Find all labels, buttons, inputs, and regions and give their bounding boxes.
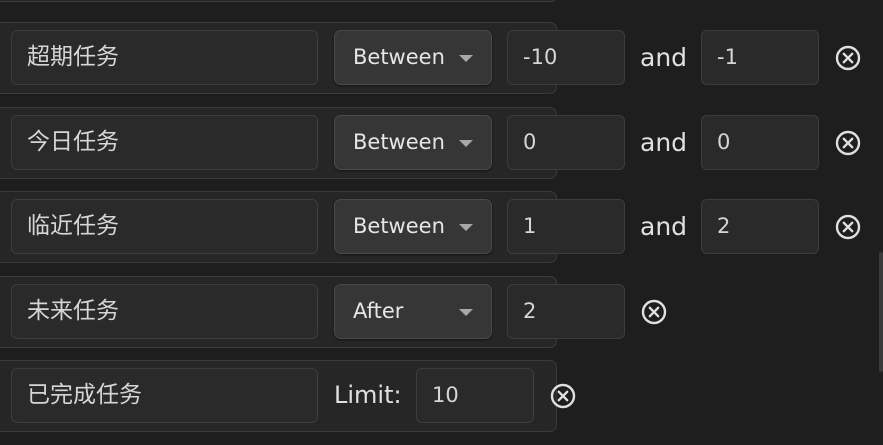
and-label: and bbox=[640, 212, 688, 241]
chevron-down-icon bbox=[459, 140, 473, 147]
operator-value: Between bbox=[353, 45, 445, 69]
and-label: and bbox=[640, 43, 688, 72]
to-value-input[interactable]: 0 bbox=[701, 115, 819, 170]
to-value-input[interactable]: 2 bbox=[701, 199, 819, 254]
operator-select[interactable]: After bbox=[334, 284, 492, 339]
from-value-input[interactable]: 1 bbox=[507, 199, 625, 254]
row-container-top bbox=[0, 0, 557, 2]
group-name-input[interactable]: 今日任务 bbox=[11, 115, 318, 170]
limit-label: Limit: bbox=[334, 381, 402, 409]
group-name-input[interactable]: 未来任务 bbox=[11, 284, 318, 339]
close-circle-icon[interactable] bbox=[640, 298, 668, 326]
close-circle-icon[interactable] bbox=[549, 382, 577, 410]
group-name-input[interactable]: 临近任务 bbox=[11, 199, 318, 254]
close-circle-icon[interactable] bbox=[834, 44, 862, 72]
from-value-input[interactable]: 0 bbox=[507, 115, 625, 170]
after-value-input[interactable]: 2 bbox=[507, 284, 625, 339]
to-value-input[interactable]: -1 bbox=[701, 30, 819, 85]
task-group-settings: 超期任务 Between -10 and -1 今日任务 Between 0 a… bbox=[0, 0, 883, 445]
operator-value: Between bbox=[353, 214, 445, 238]
operator-select[interactable]: Between bbox=[334, 30, 492, 85]
operator-select[interactable]: Between bbox=[334, 199, 492, 254]
limit-input[interactable]: 10 bbox=[416, 368, 534, 423]
scrollbar-thumb[interactable] bbox=[879, 252, 883, 372]
chevron-down-icon bbox=[459, 309, 473, 316]
operator-value: Between bbox=[353, 130, 445, 154]
and-label: and bbox=[640, 128, 688, 157]
group-name-input[interactable]: 超期任务 bbox=[11, 30, 318, 85]
chevron-down-icon bbox=[459, 55, 473, 62]
close-circle-icon[interactable] bbox=[834, 213, 862, 241]
operator-value: After bbox=[353, 299, 404, 323]
chevron-down-icon bbox=[459, 224, 473, 231]
operator-select[interactable]: Between bbox=[334, 115, 492, 170]
group-name-input[interactable]: 已完成任务 bbox=[11, 368, 318, 423]
close-circle-icon[interactable] bbox=[834, 129, 862, 157]
from-value-input[interactable]: -10 bbox=[507, 30, 625, 85]
